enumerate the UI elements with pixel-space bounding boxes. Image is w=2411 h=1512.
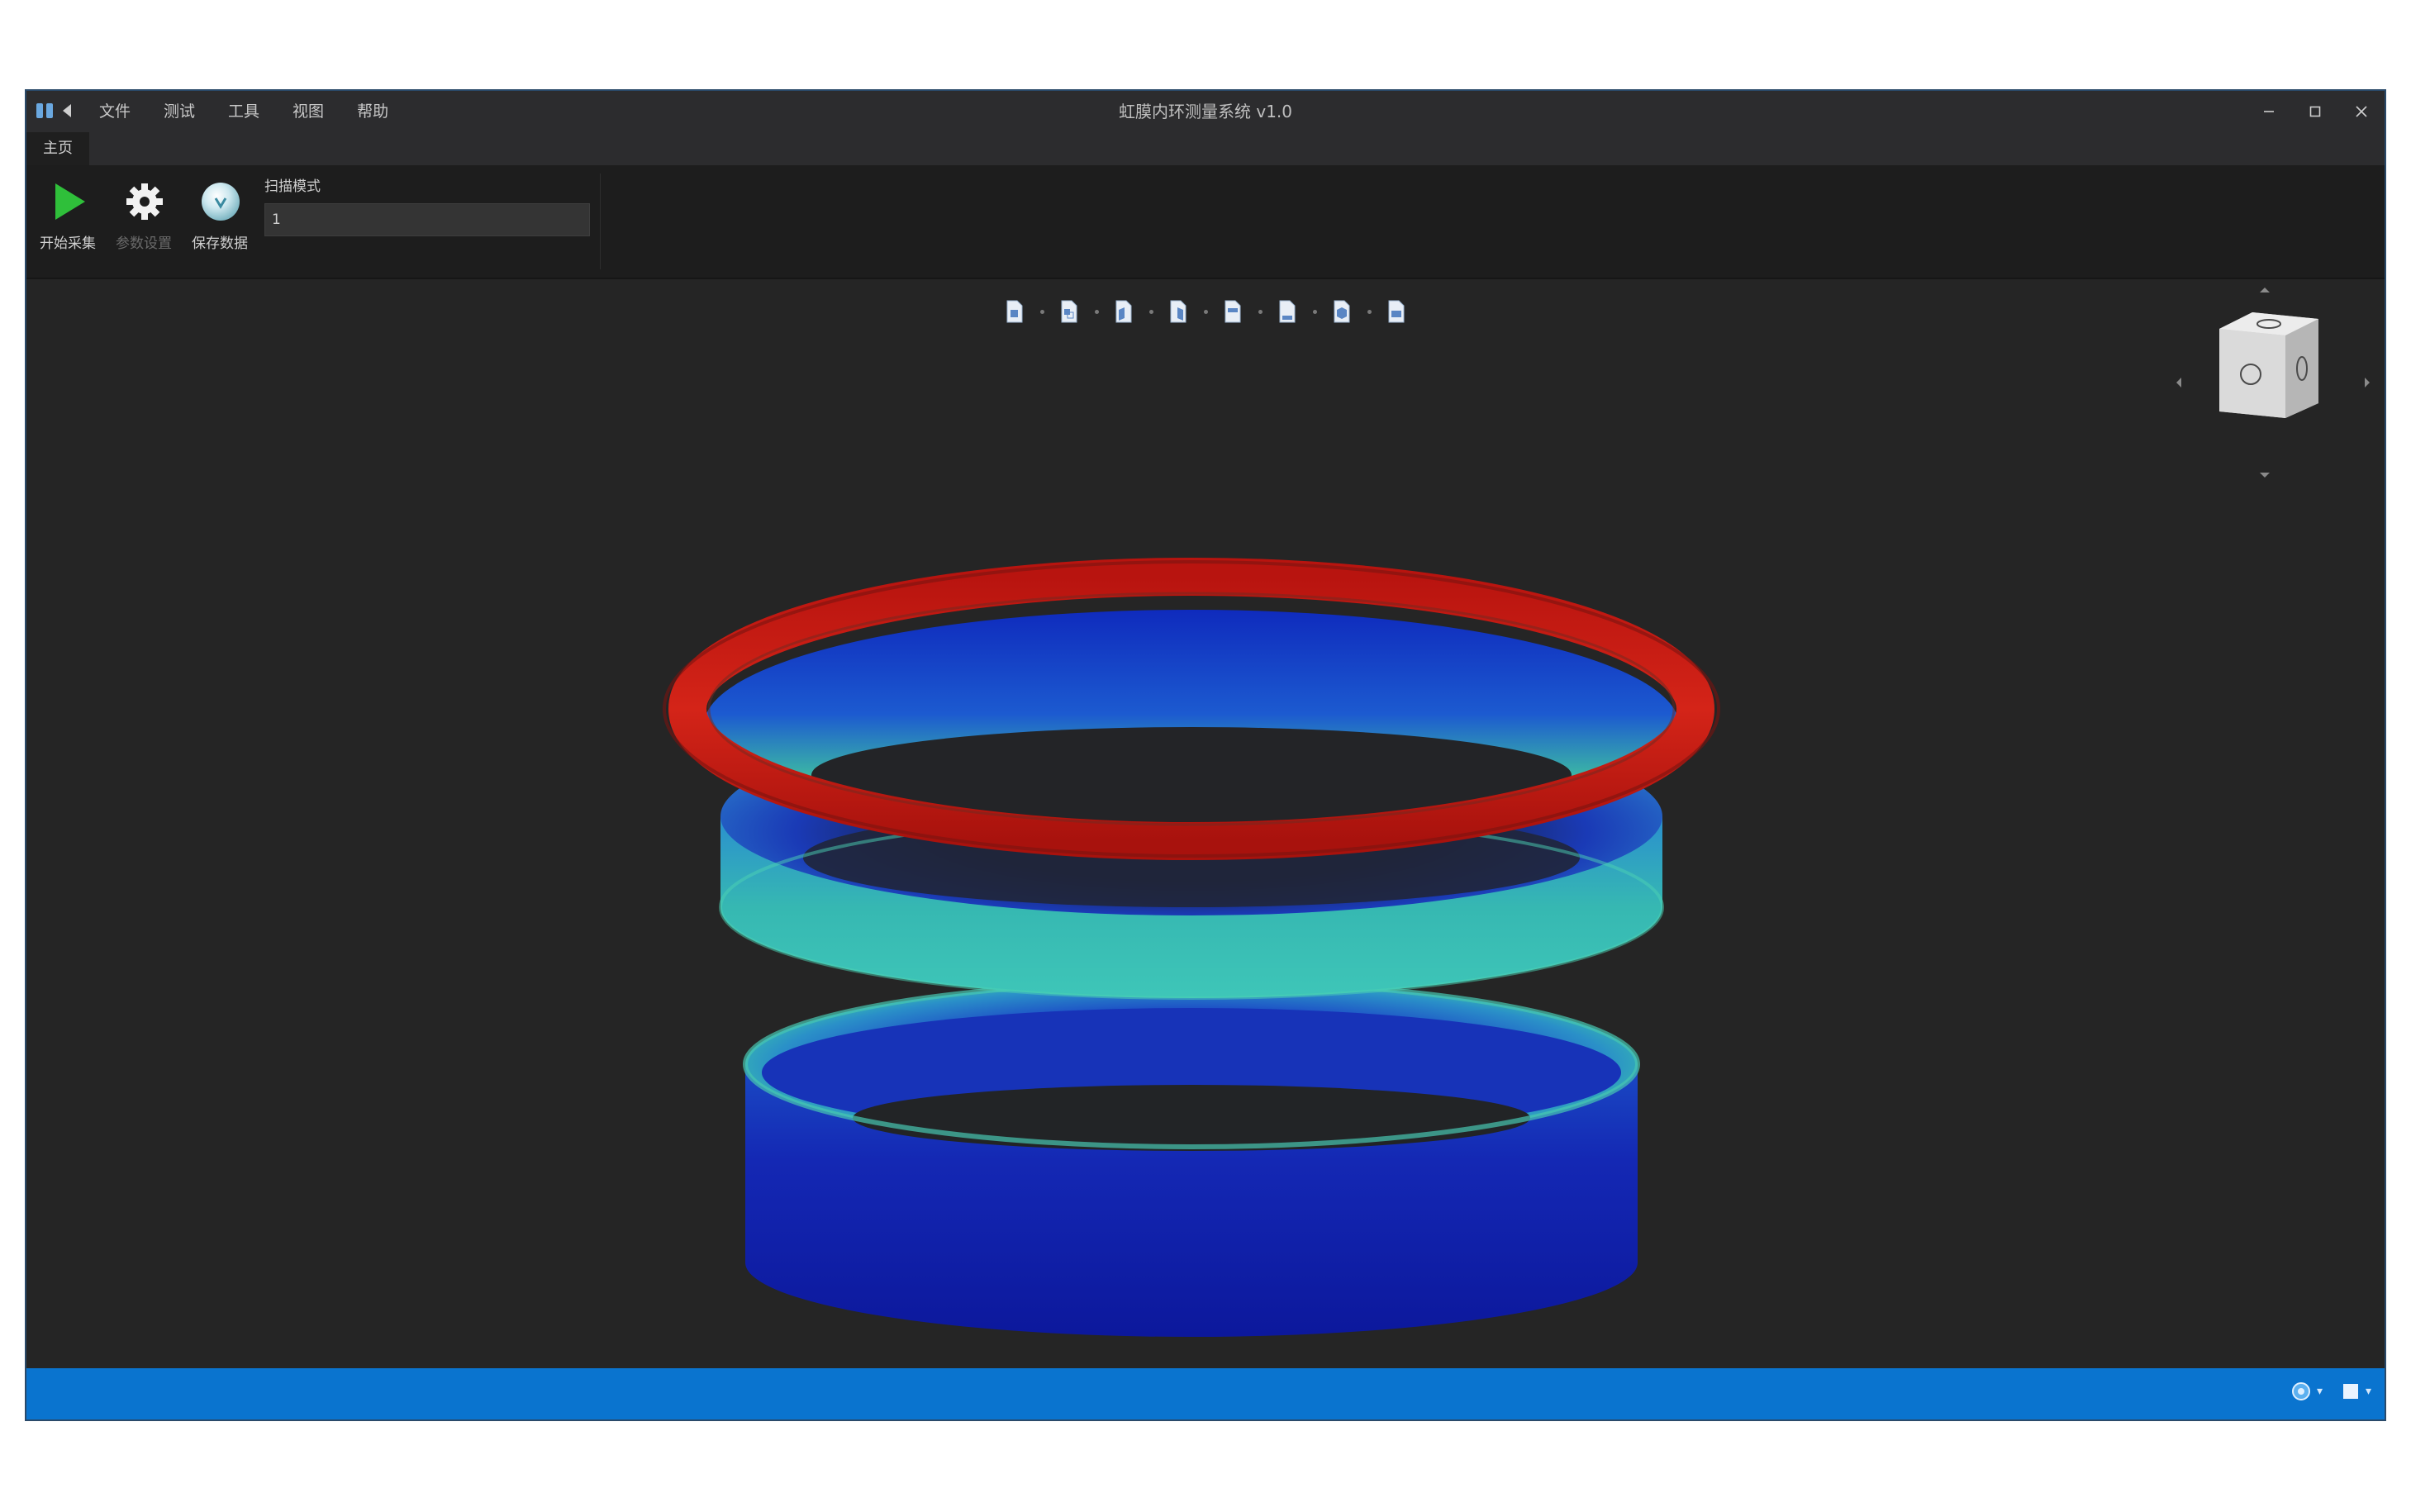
settings-button[interactable]: 参数设置 xyxy=(109,172,178,268)
menu-view[interactable]: 视图 xyxy=(276,91,340,132)
status-right-group: ▾ ▾ xyxy=(2272,1381,2371,1402)
settings-label: 参数设置 xyxy=(116,235,172,252)
save-data-label: 保存数据 xyxy=(192,235,248,252)
tab-home[interactable]: 主页 xyxy=(26,132,89,165)
bottom-ring xyxy=(743,979,1640,1337)
menu-file[interactable]: 文件 xyxy=(83,91,147,132)
menu-bar: 文件 测试 工具 视图 帮助 xyxy=(83,91,405,132)
close-button[interactable] xyxy=(2338,91,2385,132)
ribbon-toolbar: 开始采集 参数设置 保存数据 扫描模式 1 xyxy=(26,165,2385,279)
3d-viewport[interactable] xyxy=(26,279,2385,1370)
display-icon xyxy=(2342,1384,2358,1399)
camera-status[interactable]: ▾ xyxy=(2290,1381,2323,1402)
menu-test[interactable]: 测试 xyxy=(147,91,212,132)
navigation-cube[interactable] xyxy=(2170,279,2376,486)
play-icon xyxy=(55,183,85,220)
maximize-button[interactable] xyxy=(2292,91,2338,132)
menu-help[interactable]: 帮助 xyxy=(340,91,405,132)
scan-mode-label: 扫描模式 xyxy=(264,178,321,195)
start-capture-label: 开始采集 xyxy=(40,235,96,252)
scan-mode-input[interactable] xyxy=(264,203,590,236)
start-capture-button[interactable]: 开始采集 xyxy=(33,172,102,268)
app-logo-icon[interactable] xyxy=(35,101,55,121)
minimize-icon xyxy=(2264,111,2274,112)
display-status[interactable]: ▾ xyxy=(2341,1381,2371,1401)
camera-icon xyxy=(2291,1382,2310,1400)
window-controls xyxy=(2246,91,2385,132)
nav-right-arrow-icon[interactable] xyxy=(2365,378,2370,388)
nav-down-arrow-icon[interactable] xyxy=(2260,473,2270,478)
status-bar: ▾ ▾ xyxy=(26,1368,2385,1419)
chevron-down-icon: ▾ xyxy=(2316,1385,2323,1398)
nav-up-arrow-icon[interactable] xyxy=(2260,288,2270,292)
minimize-button[interactable] xyxy=(2246,91,2292,132)
tab-bar: 主页 xyxy=(26,132,2385,165)
back-arrow-icon[interactable] xyxy=(59,102,74,120)
scan-mode-group: 扫描模式 xyxy=(264,177,590,236)
menu-tools[interactable]: 工具 xyxy=(212,91,276,132)
point-cloud-scene[interactable] xyxy=(26,279,2386,1370)
title-bar: 文件 测试 工具 视图 帮助 虹膜内环测量系统 v1.0 xyxy=(26,91,2385,132)
maximize-icon xyxy=(2309,106,2321,117)
ribbon-separator xyxy=(600,174,601,269)
save-data-button[interactable]: 保存数据 xyxy=(185,172,254,268)
nav-left-arrow-icon[interactable] xyxy=(2176,378,2181,388)
chevron-down-icon: ▾ xyxy=(2365,1385,2371,1398)
app-window: 文件 测试 工具 视图 帮助 虹膜内环测量系统 v1.0 主页 开始采集 参数设… xyxy=(25,89,2386,1421)
gear-icon xyxy=(126,183,163,220)
close-icon xyxy=(2356,106,2367,117)
top-ring xyxy=(663,558,1720,860)
disc-icon xyxy=(202,183,240,221)
